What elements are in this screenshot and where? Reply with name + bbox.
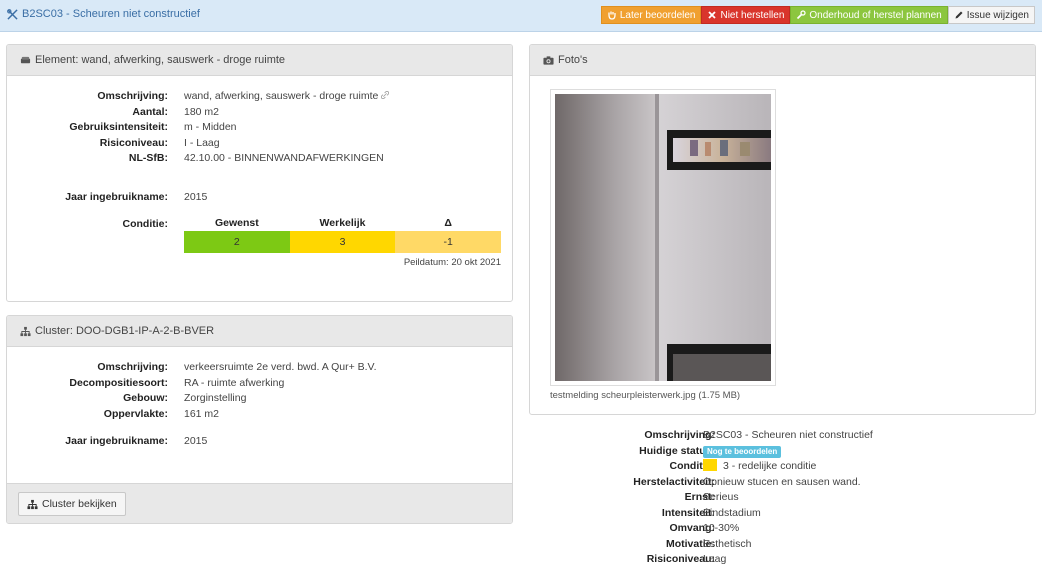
issue-conditie-value: 3 - redelijke conditie xyxy=(703,459,816,475)
element-jaar-label: Jaar ingebruikname: xyxy=(65,191,168,203)
cluster-jaar-value: 2015 xyxy=(184,435,208,447)
later-beoordelen-label: Later beoordelen xyxy=(619,9,696,21)
cluster-decompositiesoort-label: Decompositiesoort: xyxy=(69,376,168,389)
element-risiconiveau-value: I - Laag xyxy=(184,136,220,149)
niet-herstellen-button[interactable]: Niet herstellen xyxy=(701,6,791,24)
issue-omvang-value: 10-30% xyxy=(703,522,740,534)
condition-color-swatch xyxy=(703,459,717,471)
issue-conditie-text: 3 - redelijke conditie xyxy=(723,460,817,472)
element-omschrijving-label: Omschrijving: xyxy=(97,90,168,102)
photos-panel: Foto's testmelding scheurpleisterwerk.jp… xyxy=(529,44,1036,415)
element-gebruiksintensiteit-label: Gebruiksintensiteit: xyxy=(69,121,168,133)
condition-header-gewenst: Gewenst xyxy=(214,217,259,229)
photos-panel-header: Foto's xyxy=(530,45,1035,76)
photo-caption: testmelding scheurpleisterwerk.jpg (1.75… xyxy=(550,390,741,401)
cluster-panel-header: Cluster: DOO-DGB1-IP-A-2-B-BVER xyxy=(7,316,512,347)
issue-risiconiveau-value: Laag xyxy=(703,553,727,565)
element-panel-title: Element: wand, afwerking, sauswerk - dro… xyxy=(35,54,286,66)
element-panel: Element: wand, afwerking, sauswerk - dro… xyxy=(6,44,513,302)
sitemap-icon xyxy=(27,499,38,509)
element-nlsfb-value: 42.10.00 - BINNENWANDAFWERKINGEN xyxy=(184,152,384,164)
element-omschrijving-value: wand, afwerking, sauswerk - droge ruimte xyxy=(184,89,390,105)
layers-icon xyxy=(20,56,31,63)
photos-panel-title: Foto's xyxy=(558,54,588,66)
element-panel-header: Element: wand, afwerking, sauswerk - dro… xyxy=(7,45,512,76)
element-conditie-label: Conditie: xyxy=(122,218,169,230)
cluster-gebouw-value: Zorginstelling xyxy=(184,392,247,404)
issue-intensiteit-value: Eindstadium xyxy=(703,506,761,519)
condition-header-werkelijk: Werkelijk xyxy=(319,217,366,229)
issue-motivatie-value: Esthetisch xyxy=(703,537,752,550)
cluster-omschrijving-label: Omschrijving: xyxy=(97,361,168,373)
close-icon xyxy=(708,11,717,19)
element-omschrijving-text: wand, afwerking, sauswerk - droge ruimte xyxy=(184,90,379,102)
element-nlsfb-label: NL-SfB: xyxy=(128,152,168,164)
condition-value-delta: -1 xyxy=(395,231,502,253)
peildatum-text: Peildatum: 20 okt 2021 xyxy=(403,257,501,268)
cluster-gebouw-label: Gebouw: xyxy=(123,392,168,404)
issue-ernst-value: Serieus xyxy=(703,491,739,503)
cluster-panel: Cluster: DOO-DGB1-IP-A-2-B-BVER Omschrij… xyxy=(6,315,513,524)
niet-herstellen-label: Niet herstellen xyxy=(720,9,785,21)
condition-header-delta: Δ xyxy=(444,217,452,229)
issue-title: B2SC03 - Scheuren niet constructief xyxy=(7,8,200,20)
issue-herstelactiviteit-value: Opnieuw stucen en sausen wand. xyxy=(703,475,861,488)
onderhoud-plannen-button[interactable]: Onderhoud of herstel plannen xyxy=(790,6,948,24)
cluster-oppervlakte-label: Oppervlakte: xyxy=(103,407,168,420)
issue-wijzigen-button[interactable]: Issue wijzigen xyxy=(947,6,1035,24)
cluster-panel-title: Cluster: DOO-DGB1-IP-A-2-B-BVER xyxy=(35,325,215,337)
element-aantal-label: Aantal: xyxy=(132,105,168,118)
element-gebruiksintensiteit-value: m - Midden xyxy=(184,121,237,133)
cluster-jaar-label: Jaar ingebruikname: xyxy=(65,435,168,447)
issue-title-text: B2SC03 - Scheuren niet constructief xyxy=(22,8,200,20)
pencil-icon xyxy=(955,11,963,19)
element-jaar-value: 2015 xyxy=(184,191,208,203)
wrench-cross-icon xyxy=(7,8,18,20)
cluster-decompositiesoort-value: RA - ruimte afwerking xyxy=(184,376,285,389)
status-badge: Nog te beoordelen xyxy=(703,445,782,458)
cluster-bekijken-label: Cluster bekijken xyxy=(42,498,117,510)
condition-table: Gewenst Werkelijk Δ 2 3 -1 Peildatum: 20… xyxy=(184,215,502,268)
condition-value-gewenst: 2 xyxy=(184,231,290,253)
cluster-panel-footer: Cluster bekijken xyxy=(7,483,512,523)
issue-wijzigen-label: Issue wijzigen xyxy=(966,9,1029,21)
top-bar: B2SC03 - Scheuren niet constructief Late… xyxy=(0,0,1042,32)
hand-icon xyxy=(608,11,616,20)
cluster-bekijken-button[interactable]: Cluster bekijken xyxy=(18,492,126,516)
element-risiconiveau-label: Risiconiveau: xyxy=(99,136,168,149)
link-icon[interactable] xyxy=(381,90,390,100)
wall-crack-photo xyxy=(555,94,771,381)
cluster-omschrijving-value: verkeersruimte 2e verd. bwd. A Qur+ B.V. xyxy=(184,361,377,373)
wrench-icon xyxy=(797,10,807,20)
issue-status-value: Nog te beoordelen xyxy=(703,444,782,460)
later-beoordelen-button[interactable]: Later beoordelen xyxy=(600,6,702,24)
photo-thumbnail[interactable] xyxy=(550,89,776,386)
onderhoud-plannen-label: Onderhoud of herstel plannen xyxy=(809,9,942,21)
sitemap-icon xyxy=(20,326,31,336)
camera-icon xyxy=(543,55,554,65)
element-aantal-value: 180 m2 xyxy=(184,105,220,118)
condition-value-werkelijk: 3 xyxy=(289,231,396,253)
cluster-oppervlakte-value: 161 m2 xyxy=(184,407,220,420)
issue-omschrijving-value: B2SC03 - Scheuren niet constructief xyxy=(703,429,873,441)
